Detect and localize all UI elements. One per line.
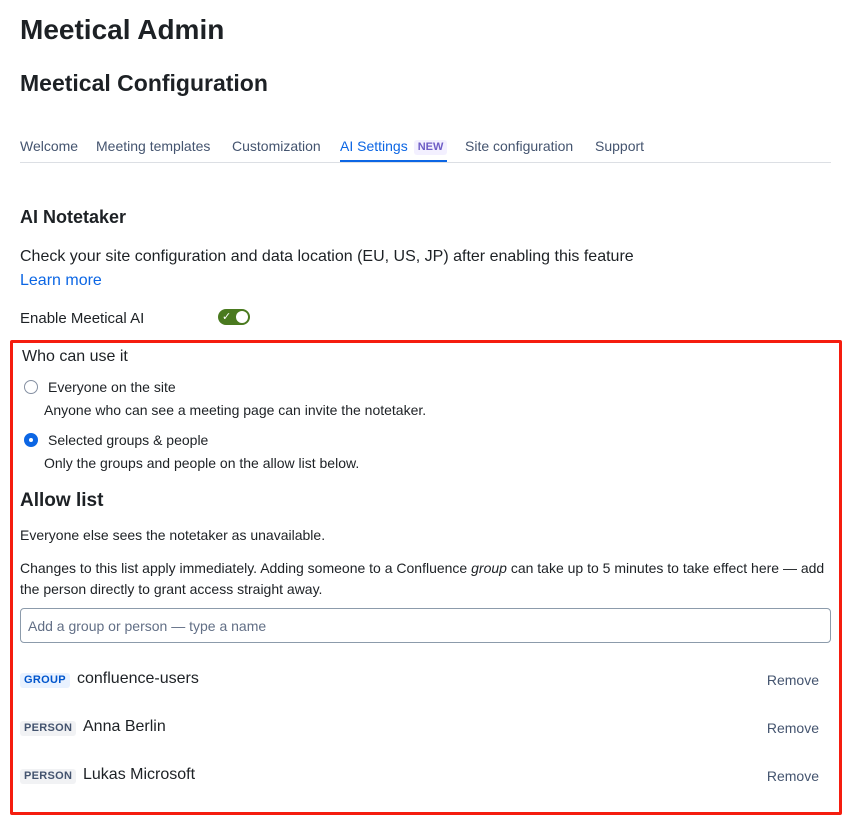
remove-button[interactable]: Remove [767, 768, 819, 784]
tab-support[interactable]: Support [595, 138, 644, 162]
note-emphasis: group [471, 560, 507, 576]
allow-list-description: Everyone else sees the notetaker as unav… [20, 527, 326, 543]
entry-name: Anna Berlin [83, 718, 166, 735]
allow-list-note: Changes to this list apply immediately. … [20, 558, 835, 600]
allow-list-entry: PERSON Anna Berlin Remove [20, 717, 831, 741]
enable-ai-toggle[interactable]: ✓ [218, 309, 250, 325]
tab-meeting-templates[interactable]: Meeting templates [96, 138, 210, 162]
who-can-use-heading: Who can use it [22, 348, 128, 365]
toggle-knob [236, 311, 248, 323]
group-lozenge: GROUP [20, 673, 70, 688]
allow-list-entry: GROUP confluence-users Remove [20, 669, 831, 693]
remove-button[interactable]: Remove [767, 720, 819, 736]
allow-list-heading: Allow list [20, 490, 104, 511]
entry-name: Lukas Microsoft [83, 766, 196, 783]
person-lozenge: PERSON [20, 769, 77, 784]
new-badge: NEW [413, 140, 448, 155]
tab-label: Support [595, 138, 645, 154]
note-text: Changes to this list apply immediately. … [20, 560, 472, 576]
radio-button-checked[interactable] [24, 433, 38, 447]
learn-more-link[interactable]: Learn more [20, 272, 102, 290]
tab-label: Site configuration [465, 138, 574, 154]
tab-label: AI Settings [340, 138, 408, 154]
radio-button[interactable] [24, 380, 38, 394]
tab-ai-settings[interactable]: AI Settings NEW [340, 138, 448, 162]
page-title: Meetical Configuration [20, 70, 268, 96]
ai-notetaker-heading: AI Notetaker [20, 207, 127, 227]
tab-bar: Welcome Meeting templates Customization … [20, 138, 831, 163]
tab-label: Welcome [20, 138, 79, 154]
notetaker-description: Check your site configuration and data l… [20, 248, 634, 265]
tab-customization[interactable]: Customization [232, 138, 321, 162]
radio-help-everyone: Anyone who can see a meeting page can in… [44, 402, 427, 418]
remove-button[interactable]: Remove [767, 672, 819, 688]
tab-label: Customization [232, 138, 321, 154]
radio-help-selected: Only the groups and people on the allow … [44, 455, 360, 471]
tab-site-configuration[interactable]: Site configuration [465, 138, 573, 162]
app-title: Meetical Admin [20, 14, 225, 45]
tab-label: Meeting templates [96, 138, 211, 154]
enable-ai-label: Enable Meetical AI [20, 310, 145, 327]
add-group-or-person-input[interactable] [20, 608, 831, 643]
radio-label: Selected groups & people [48, 432, 209, 448]
radio-label: Everyone on the site [48, 379, 176, 395]
entry-name: confluence-users [77, 670, 199, 687]
check-icon: ✓ [222, 311, 232, 323]
person-lozenge: PERSON [20, 721, 77, 736]
allow-list-entry: PERSON Lukas Microsoft Remove [20, 765, 831, 789]
tab-welcome[interactable]: Welcome [20, 138, 78, 162]
